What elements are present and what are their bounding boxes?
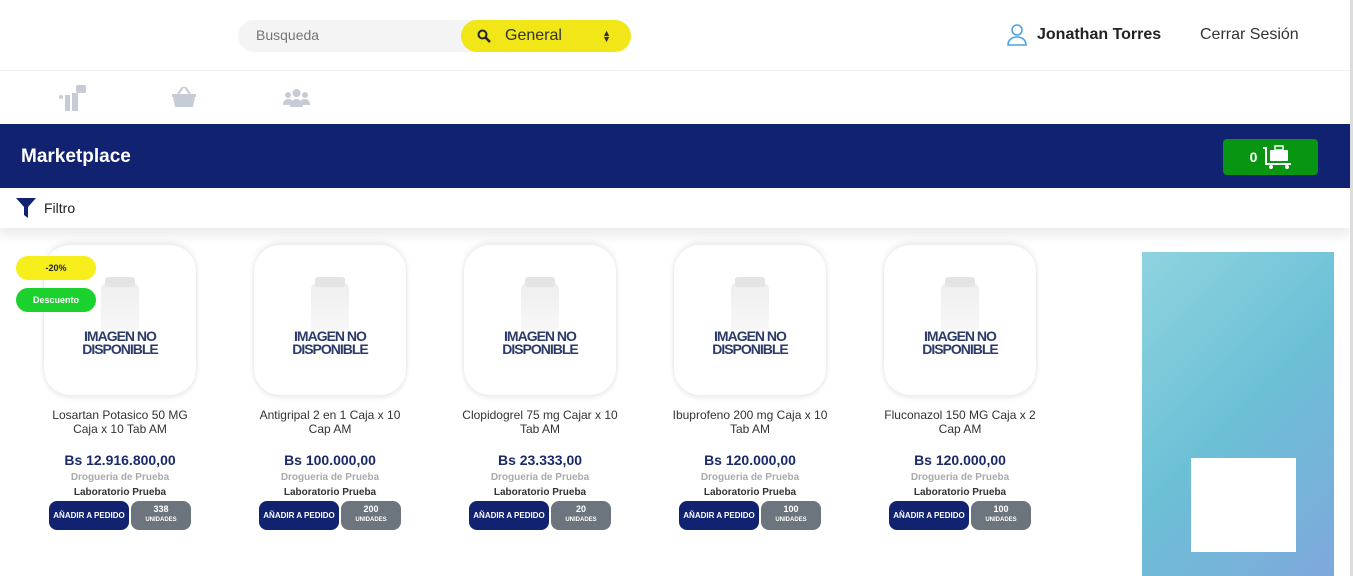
marketplace-banner: Marketplace 0 [0,124,1350,188]
search-input[interactable] [256,27,456,43]
no-image-line2: DISPONIBLE [502,341,579,357]
add-to-order-button[interactable]: AÑADIR A PEDIDO [469,501,549,530]
no-image-text: IMAGEN NO DISPONIBLE [44,329,196,357]
units-badge: 338 UNIDADES [131,501,191,530]
product-image[interactable]: IMAGEN NO DISPONIBLE [464,245,616,395]
page-title: Marketplace [21,146,131,167]
filter-icon [16,198,36,218]
product-name: Clopidogrel 75 mg Cajar x 10 Tab AM [462,408,618,436]
units-label: UNIDADES [565,517,597,523]
user-profile[interactable]: Jonathan Torres [1007,24,1161,46]
product-image[interactable]: IMAGEN NO DISPONIBLE [674,245,826,395]
product-store: Drogueria de Prueba [910,472,1010,483]
no-image-text: IMAGEN NO DISPONIBLE [254,329,406,357]
product-price: Bs 120.000,00 [914,452,1006,468]
units-badge: 100 UNIDADES [761,501,821,530]
product-name: Losartan Potasico 50 MG Caja x 10 Tab AM [52,408,188,436]
units-label: UNIDADES [145,517,177,523]
add-to-order-button[interactable]: AÑADIR A PEDIDO [49,501,129,530]
search-bar: General ▲▼ [238,20,631,52]
top-bar: General ▲▼ Jonathan Torres Cerrar Sesión [0,0,1350,70]
discount-badge: Descuento [16,288,96,312]
ad-blank-area [1191,458,1296,552]
units-count: 100 [783,504,799,514]
no-image-text: IMAGEN NO DISPONIBLE [674,329,826,357]
no-image-text: IMAGEN NO DISPONIBLE [464,329,616,357]
product-name: Ibuprofeno 200 mg Caja x 10 Tab AM [672,408,828,436]
bottle-image [521,277,559,333]
filter-label: Filtro [44,200,76,216]
product-lab: Laboratorio Prueba [283,487,377,498]
no-image-text: IMAGEN NO DISPONIBLE [884,329,1036,357]
bottle-image [101,277,139,333]
product-lab: Laboratorio Prueba [703,487,797,498]
product-price: Bs 12.916.800,00 [64,452,176,468]
basket-icon[interactable] [172,87,196,107]
product-lab: Laboratorio Prueba [493,487,587,498]
no-image-line2: DISPONIBLE [922,341,999,357]
product-card: IMAGEN NO DISPONIBLE Ibuprofeno 200 mg Ca… [660,245,840,530]
add-to-order-button[interactable]: AÑADIR A PEDIDO [259,501,339,530]
product-name: Antigripal 2 en 1 Caja x 10 Cap AM [259,408,401,436]
product-card: IMAGEN NO DISPONIBLE Antigripal 2 en 1 Ca… [240,245,420,530]
product-store: Drogueria de Prueba [70,472,170,483]
product-card: IMAGEN NO DISPONIBLE Fluconazol 150 MG Ca… [870,245,1050,530]
units-count: 100 [993,504,1009,514]
product-lab: Laboratorio Prueba [73,487,167,498]
product-price: Bs 100.000,00 [284,452,376,468]
product-lab: Laboratorio Prueba [913,487,1007,498]
filter-bar[interactable]: Filtro [0,188,1350,228]
units-label: UNIDADES [985,517,1017,523]
bottle-image [311,277,349,333]
users-icon[interactable] [283,89,310,107]
product-card: IMAGEN NO DISPONIBLE Clopidogrel 75 mg Ca… [450,245,630,530]
bottle-image [731,277,769,333]
units-label: UNIDADES [355,517,387,523]
units-count: 200 [363,504,379,514]
units-count: 20 [575,504,586,514]
info-people-icon[interactable] [58,85,86,113]
units-badge: 200 UNIDADES [341,501,401,530]
units-count: 338 [153,504,169,514]
no-image-line2: DISPONIBLE [712,341,789,357]
logout-link[interactable]: Cerrar Sesión [1200,26,1299,44]
discount-percent-badge: -20% [16,256,96,280]
product-store: Drogueria de Prueba [280,472,380,483]
product-image[interactable]: IMAGEN NO DISPONIBLE [254,245,406,395]
add-to-order-button[interactable]: AÑADIR A PEDIDO [679,501,759,530]
bottle-image [941,277,979,333]
user-icon [1007,24,1027,46]
user-name: Jonathan Torres [1037,26,1162,43]
no-image-line2: DISPONIBLE [292,341,369,357]
category-select[interactable]: General ▲ ▼ [461,20,631,52]
sort-arrows-icon: ▲ ▼ [602,28,611,44]
product-price: Bs 120.000,00 [704,452,796,468]
product-image[interactable]: IMAGEN NO DISPONIBLE [884,245,1036,395]
add-to-order-button[interactable]: AÑADIR A PEDIDO [889,501,969,530]
search-icon[interactable] [477,29,491,43]
units-badge: 20 UNIDADES [551,501,611,530]
luggage-cart-icon [1263,145,1292,169]
nav-icons [0,70,1350,124]
cart-button[interactable]: 0 [1223,139,1318,175]
product-store: Drogueria de Prueba [490,472,590,483]
no-image-line2: DISPONIBLE [82,341,159,357]
category-value: General [505,27,562,44]
units-label: UNIDADES [775,517,807,523]
cart-count: 0 [1249,149,1258,165]
units-badge: 100 UNIDADES [971,501,1031,530]
product-price: Bs 23.333,00 [497,452,583,468]
product-name: Fluconazol 150 MG Caja x 2 Cap AM [884,408,1036,436]
product-store: Drogueria de Prueba [700,472,800,483]
advertisement-image [1142,252,1334,576]
